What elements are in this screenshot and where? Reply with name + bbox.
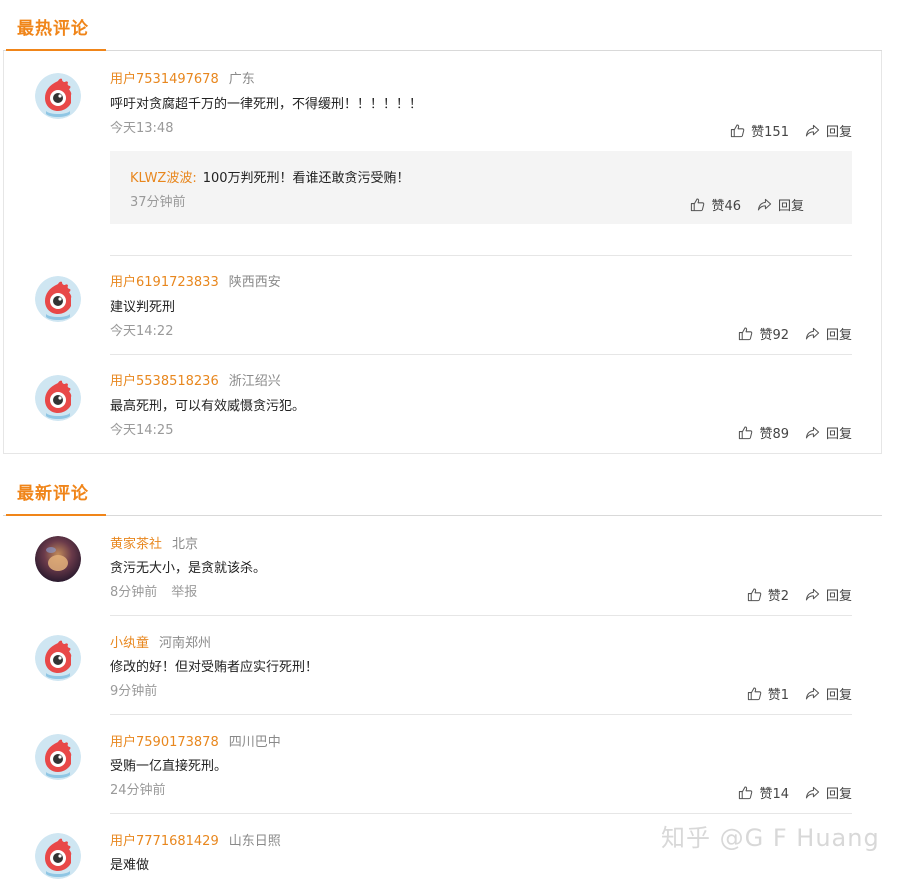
- reply-icon: [805, 326, 820, 341]
- comment-divider: [110, 714, 852, 715]
- reply-time: 37分钟前: [130, 195, 186, 210]
- user-avatar[interactable]: [35, 734, 81, 780]
- reply-label: 回复: [825, 787, 852, 802]
- latest-section-title: 最新评论: [17, 484, 89, 504]
- reply-username-link[interactable]: KLWZ波波:: [130, 171, 197, 186]
- comment-time: 今天13:48: [110, 121, 174, 136]
- thumbs-up-icon: [730, 123, 745, 138]
- comment-divider: [110, 813, 852, 814]
- reply-like-button[interactable]: 赞46: [690, 195, 741, 214]
- user-location: 广东: [228, 72, 255, 87]
- user-location: 四川巴中: [228, 735, 281, 750]
- comment-time: 8分钟前: [110, 585, 158, 600]
- like-count: 赞14: [759, 787, 789, 802]
- comment-time: 9分钟前: [110, 684, 158, 699]
- reply-icon: [805, 587, 820, 602]
- comment-divider: [110, 354, 852, 355]
- latest-title-underline: [6, 514, 106, 516]
- user-avatar[interactable]: [35, 635, 81, 681]
- reply-label: 回复: [825, 427, 852, 442]
- reply-button[interactable]: 回复: [805, 783, 852, 802]
- thumbs-up-icon: [747, 686, 762, 701]
- user-avatar[interactable]: [35, 536, 81, 582]
- reply-button[interactable]: 回复: [805, 324, 852, 343]
- like-count: 赞89: [759, 427, 789, 442]
- like-count: 赞1: [767, 688, 789, 703]
- user-location: 山东日照: [228, 834, 281, 849]
- reply-icon: [805, 686, 820, 701]
- comment-time: 24分钟前: [110, 783, 166, 798]
- user-location: 河南郑州: [159, 636, 212, 651]
- username-link[interactable]: 小纨童: [110, 636, 149, 651]
- comment-text: 修改的好！但对受贿者应实行死刑！: [110, 660, 319, 675]
- reply-label: 回复: [825, 589, 852, 604]
- user-avatar[interactable]: [35, 276, 81, 322]
- reply-label: 回复: [777, 199, 804, 214]
- like-count: 赞2: [767, 589, 789, 604]
- reply-label: 回复: [825, 125, 852, 140]
- like-button[interactable]: 赞92: [738, 324, 789, 343]
- user-avatar[interactable]: [35, 833, 81, 879]
- comment-text: 最高死刑，可以有效威慑贪污犯。: [110, 399, 306, 414]
- reply-text: 100万判死刑！看谁还敢贪污受贿！: [202, 171, 410, 186]
- reply-button[interactable]: 回复: [805, 423, 852, 442]
- like-button[interactable]: 赞14: [738, 783, 789, 802]
- comment-text: 建议判死刑: [110, 300, 176, 315]
- like-button[interactable]: 赞89: [738, 423, 789, 442]
- reply-reply-button[interactable]: 回复: [757, 195, 804, 214]
- username-link[interactable]: 用户7590173878: [110, 735, 219, 750]
- report-link[interactable]: 举报: [171, 585, 197, 600]
- reply-icon: [805, 785, 820, 800]
- user-avatar[interactable]: [35, 73, 81, 119]
- comment-time: 今天14:25: [110, 423, 174, 438]
- username-link[interactable]: 用户7531497678: [110, 72, 219, 87]
- user-location: 陕西西安: [228, 275, 281, 290]
- reply-label: 回复: [825, 688, 852, 703]
- thumbs-up-icon: [738, 785, 753, 800]
- hot-section-header: 最热评论: [3, 0, 882, 51]
- username-link[interactable]: 黄家茶社: [110, 537, 162, 552]
- comment-divider: [110, 255, 852, 256]
- like-count: 赞46: [711, 199, 741, 214]
- watermark: 知乎 @G F Huang: [661, 824, 880, 852]
- like-count: 赞151: [751, 125, 789, 140]
- user-location: 浙江绍兴: [228, 374, 281, 389]
- user-location: 北京: [172, 537, 199, 552]
- nested-reply: KLWZ波波: 100万判死刑！看谁还敢贪污受贿！ 37分钟前 赞46 回复: [110, 151, 852, 224]
- reply-icon: [757, 197, 772, 212]
- user-avatar[interactable]: [35, 375, 81, 421]
- reply-icon: [805, 123, 820, 138]
- like-count: 赞92: [759, 328, 789, 343]
- hot-section-title: 最热评论: [17, 19, 89, 39]
- like-button[interactable]: 赞1: [747, 684, 789, 703]
- comment-text: 贪污无大小，是贪就该杀。: [110, 561, 267, 576]
- like-button[interactable]: 赞151: [730, 121, 789, 140]
- reply-button[interactable]: 回复: [805, 684, 852, 703]
- thumbs-up-icon: [738, 326, 753, 341]
- username-link[interactable]: 用户5538518236: [110, 374, 219, 389]
- reply-button[interactable]: 回复: [805, 585, 852, 604]
- comment-time: 今天14:22: [110, 324, 174, 339]
- comment-text: 是难做: [110, 858, 150, 873]
- reply-button[interactable]: 回复: [805, 121, 852, 140]
- thumbs-up-icon: [747, 587, 762, 602]
- comment-text: 受贿一亿直接死刑。: [110, 759, 228, 774]
- username-link[interactable]: 用户6191723833: [110, 275, 219, 290]
- reply-label: 回复: [825, 328, 852, 343]
- comment-divider: [110, 615, 852, 616]
- thumbs-up-icon: [690, 197, 705, 212]
- like-button[interactable]: 赞2: [747, 585, 789, 604]
- comment-text: 呼吁对贪腐超千万的一律死刑，不得缓刑！！！！！！: [110, 97, 423, 112]
- latest-section-header: 最新评论: [3, 465, 882, 516]
- thumbs-up-icon: [738, 425, 753, 440]
- username-link[interactable]: 用户7771681429: [110, 834, 219, 849]
- reply-icon: [805, 425, 820, 440]
